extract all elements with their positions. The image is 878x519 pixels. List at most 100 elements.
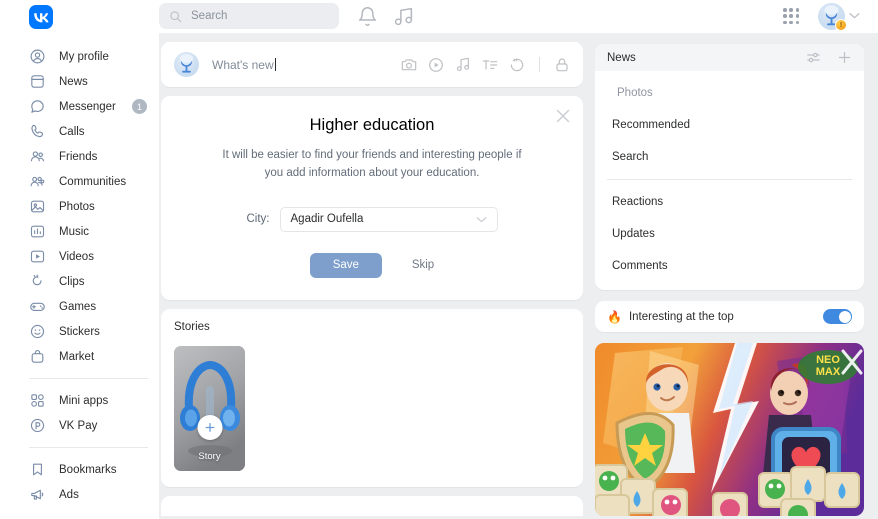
match3-game-ad-art: NEO MAX xyxy=(595,343,864,516)
phone-icon xyxy=(31,124,44,138)
news-panel-title: News xyxy=(607,51,636,64)
left-sidebar: My profile News Messenger 1 Calls Friends Comm… xyxy=(0,33,159,519)
sidebar-divider xyxy=(29,447,148,448)
sidebar-item-photos[interactable]: Photos xyxy=(0,194,159,219)
news-menu-item-reactions[interactable]: Reactions xyxy=(595,186,864,218)
composer-avatar xyxy=(174,52,199,77)
apps-dot xyxy=(789,20,793,25)
top-header: Search ! xyxy=(0,0,878,33)
sidebar-item-games[interactable]: Games xyxy=(0,294,159,319)
news-menu-item-search[interactable]: Search xyxy=(595,141,864,173)
mini-apps-icon xyxy=(31,394,44,407)
camera-icon[interactable] xyxy=(401,57,417,73)
smiley-icon[interactable] xyxy=(509,57,525,73)
apps-dot xyxy=(783,14,787,18)
plus-icon[interactable] xyxy=(837,50,852,65)
sidebar-item-music[interactable]: Music xyxy=(0,219,159,244)
sidebar-item-label: Bookmarks xyxy=(59,463,117,476)
stories-card: Stories Story xyxy=(161,308,583,487)
promo-banner[interactable]: NEO MAX xyxy=(595,343,864,516)
sidebar-item-messenger[interactable]: Messenger 1 xyxy=(0,94,159,119)
apps-dot xyxy=(795,8,800,12)
main-column: What's new Higher education It will be e… xyxy=(159,33,595,516)
sidebar-item-vk-pay[interactable]: VK Pay xyxy=(0,413,159,438)
music-box-icon xyxy=(30,225,45,238)
sidebar-item-calls[interactable]: Calls xyxy=(0,119,159,144)
education-actions: Save Skip xyxy=(161,252,583,278)
sidebar-item-label: News xyxy=(59,75,88,88)
higher-education-card: Higher education It will be easier to fi… xyxy=(161,96,583,300)
apps-grid-icon[interactable] xyxy=(783,8,800,25)
clips-icon xyxy=(32,274,42,286)
gamepad-icon xyxy=(30,302,45,311)
plus-icon xyxy=(205,422,214,432)
video-icon xyxy=(30,250,45,263)
sidebar-item-label: Clips xyxy=(59,275,85,288)
add-story-button[interactable] xyxy=(197,414,222,440)
interesting-toggle-switch[interactable] xyxy=(823,309,852,324)
city-select-value: Agadir Oufella xyxy=(290,213,364,226)
svg-text:MAX: MAX xyxy=(816,366,841,378)
sidebar-item-label: Messenger xyxy=(59,100,116,113)
sidebar-item-videos[interactable]: Videos xyxy=(0,244,159,269)
sidebar-item-stickers[interactable]: Stickers xyxy=(0,319,159,344)
poll-icon[interactable] xyxy=(482,57,498,73)
sliders-icon[interactable] xyxy=(806,50,821,65)
sidebar-item-label: Market xyxy=(59,350,95,363)
smiley-icon xyxy=(30,324,45,339)
sidebar-item-clips[interactable]: Clips xyxy=(0,269,159,294)
sidebar-item-market[interactable]: Market xyxy=(0,344,159,369)
next-feed-card xyxy=(161,495,583,516)
music-note-icon[interactable] xyxy=(455,57,471,73)
sidebar-item-label: VK Pay xyxy=(59,419,98,432)
lock-icon[interactable] xyxy=(554,57,570,73)
sidebar-item-news[interactable]: News xyxy=(0,69,159,94)
sidebar-item-mini-apps[interactable]: Mini apps xyxy=(0,388,159,413)
sidebar-item-label: Music xyxy=(59,225,90,238)
megaphone-icon xyxy=(31,489,44,500)
sidebar-item-ads[interactable]: Ads xyxy=(0,482,159,507)
save-button[interactable]: Save xyxy=(309,252,382,278)
sidebar-item-label: Stickers xyxy=(59,325,100,338)
city-select[interactable]: Agadir Oufella xyxy=(279,206,498,232)
news-menu-divider xyxy=(607,179,852,180)
news-panel-tools xyxy=(806,50,852,65)
sidebar-item-label: Photos xyxy=(59,200,95,213)
news-menu-item-photos[interactable]: Photos xyxy=(595,77,864,109)
sidebar-item-badge: 1 xyxy=(132,99,147,114)
news-menu-list: Photos Recommended Search Reactions Updates C… xyxy=(595,71,864,290)
sidebar-item-label: Games xyxy=(59,300,97,313)
sidebar-item-my-profile[interactable]: My profile xyxy=(0,44,159,69)
close-icon[interactable] xyxy=(556,109,570,123)
skip-button[interactable]: Skip xyxy=(412,259,434,271)
text-cursor xyxy=(274,57,276,71)
search-input[interactable]: Search xyxy=(159,3,339,29)
bell-icon[interactable] xyxy=(357,6,378,27)
news-menu-item-recommended[interactable]: Recommended xyxy=(595,109,864,141)
chat-bubble-icon xyxy=(31,100,44,113)
sidebar-item-friends[interactable]: Friends xyxy=(0,144,159,169)
sidebar-item-label: Friends xyxy=(59,150,98,163)
interesting-toggle-row[interactable]: 🔥 Interesting at the top xyxy=(595,301,864,332)
avatar[interactable]: ! xyxy=(818,3,847,31)
music-note-icon[interactable] xyxy=(393,6,414,27)
right-sidebar: News Photos Recommended Search Reactions Upd… xyxy=(595,33,878,516)
bookmark-icon xyxy=(33,463,42,476)
svg-text:NEO: NEO xyxy=(816,354,840,366)
sidebar-item-communities[interactable]: Communities xyxy=(0,169,159,194)
video-circle-icon[interactable] xyxy=(428,57,444,73)
chevron-down-icon[interactable] xyxy=(849,12,860,19)
sidebar-item-label: Mini apps xyxy=(59,394,109,407)
add-story-tile[interactable]: Story xyxy=(174,345,245,471)
sidebar-item-bookmarks[interactable]: Bookmarks xyxy=(0,457,159,482)
news-menu-item-updates[interactable]: Updates xyxy=(595,218,864,250)
interesting-toggle-label: Interesting at the top xyxy=(628,310,734,323)
news-menu-item-comments[interactable]: Comments xyxy=(595,250,864,282)
apps-dot xyxy=(795,14,800,18)
composer-placeholder: What's new xyxy=(212,57,274,72)
vk-logo-icon[interactable] xyxy=(29,5,53,29)
communities-icon xyxy=(30,176,45,187)
post-composer[interactable]: What's new xyxy=(161,42,583,87)
apps-dot xyxy=(783,20,787,25)
search-placeholder: Search xyxy=(191,10,228,22)
